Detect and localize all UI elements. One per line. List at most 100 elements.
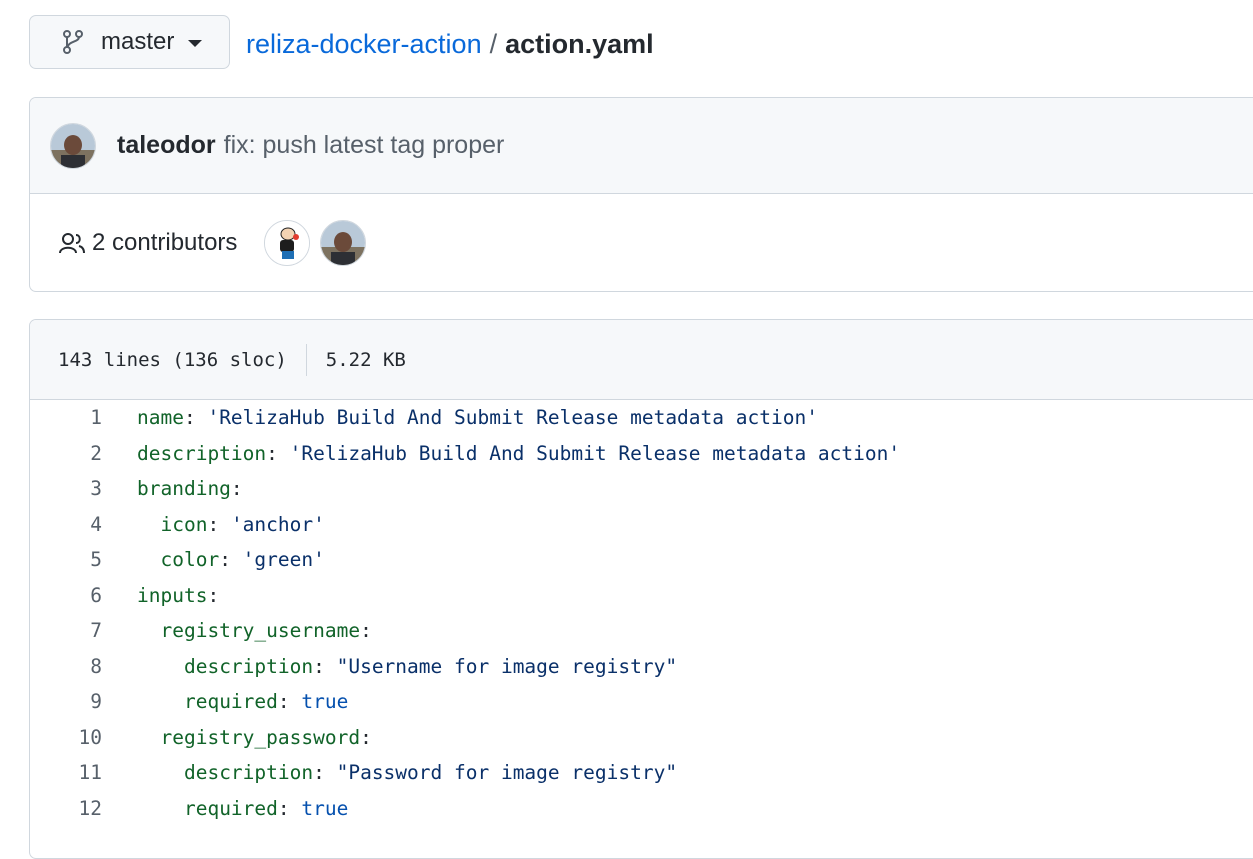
- contributor-avatar-image: [265, 221, 310, 265]
- line-number[interactable]: 9: [30, 690, 102, 713]
- yaml-colon: :: [313, 654, 337, 678]
- yaml-value: 'RelizaHub Build And Submit Release meta…: [289, 441, 901, 465]
- yaml-value: 'green': [242, 548, 325, 572]
- yaml-colon: :: [360, 725, 372, 749]
- yaml-colon: :: [313, 761, 337, 785]
- yaml-key: required: [183, 690, 278, 714]
- code-text: required: true: [137, 797, 348, 820]
- yaml-key: icon: [160, 512, 208, 536]
- code-line: 1 name: 'RelizaHub Build And Submit Relea…: [30, 400, 1253, 436]
- branch-selector-button[interactable]: master: [29, 15, 230, 69]
- code-text: name: 'RelizaHub Build And Submit Releas…: [137, 406, 818, 429]
- code-view[interactable]: 1 name: 'RelizaHub Build And Submit Relea…: [30, 400, 1253, 826]
- contributors-row: 2 contributors: [30, 194, 1253, 291]
- code-line: 4 icon: 'anchor': [30, 507, 1253, 543]
- yaml-value: "Username for image registry": [336, 654, 678, 678]
- yaml-key: description: [183, 761, 314, 785]
- yaml-colon: :: [277, 796, 302, 820]
- file-viewer: 143 lines (136 sloc) 5.22 KB 1 name: 'Rel…: [29, 319, 1253, 859]
- yaml-key: color: [160, 548, 220, 572]
- author-avatar-image: [51, 123, 95, 168]
- yaml-colon: :: [277, 690, 302, 714]
- code-line: 12 required: true: [30, 791, 1253, 827]
- code-line: 7 registry_username:: [30, 613, 1253, 649]
- code-text: inputs:: [137, 584, 219, 607]
- code-line: 6 inputs:: [30, 578, 1253, 614]
- code-text: icon: 'anchor': [137, 512, 325, 536]
- breadcrumb: reliza-docker-action / action.yaml: [246, 26, 654, 62]
- code-text: required: true: [137, 690, 348, 713]
- yaml-key: name: [137, 406, 184, 430]
- code-text: registry_password:: [137, 725, 372, 749]
- line-number[interactable]: 5: [30, 548, 102, 571]
- line-number[interactable]: 2: [30, 442, 102, 465]
- code-text: description: "Username for image registr…: [137, 655, 677, 678]
- yaml-colon: :: [207, 583, 220, 607]
- commit-message[interactable]: fix: push latest tag proper: [224, 131, 505, 160]
- yaml-key: description: [137, 441, 267, 465]
- yaml-key: required: [183, 796, 278, 820]
- code-text: description: "Password for image registr…: [137, 761, 677, 784]
- code-text: registry_username:: [137, 619, 371, 642]
- branch-label: master: [101, 28, 175, 55]
- breadcrumb-repo-link[interactable]: reliza-docker-action: [246, 29, 482, 59]
- yaml-value: 'RelizaHub Build And Submit Release meta…: [207, 406, 818, 430]
- code-line: 5 color: 'green': [30, 542, 1253, 578]
- yaml-colon: :: [207, 512, 231, 536]
- line-number[interactable]: 3: [30, 477, 102, 500]
- divider: [305, 343, 307, 376]
- code-line: 9 required: true: [30, 684, 1253, 720]
- code-text: description: 'RelizaHub Build And Submit…: [137, 442, 900, 465]
- line-number[interactable]: 11: [30, 761, 102, 784]
- latest-commit-row: taleodor fix: push latest tag proper: [30, 98, 1253, 194]
- yaml-key: branding: [137, 477, 231, 501]
- yaml-key: description: [183, 654, 314, 678]
- line-number[interactable]: 12: [30, 797, 102, 820]
- code-line: 8 description: "Username for image regis…: [30, 649, 1253, 685]
- yaml-value: 'anchor': [230, 512, 325, 536]
- code-text: branding:: [137, 477, 243, 500]
- yaml-value: "Password for image registry": [336, 761, 678, 785]
- yaml-value: true: [301, 690, 349, 714]
- code-line: 2 description: 'RelizaHub Build And Submi…: [30, 436, 1253, 472]
- yaml-colon: :: [219, 548, 243, 572]
- avatar[interactable]: [320, 220, 367, 266]
- chevron-down-icon: [188, 40, 203, 47]
- people-icon: [59, 233, 85, 254]
- yaml-key: registry_password: [160, 725, 361, 749]
- file-line-count: 143 lines (136 sloc): [58, 348, 287, 371]
- code-line: 10 registry_password:: [30, 720, 1253, 756]
- code-line: 3 branding:: [30, 471, 1253, 507]
- yaml-colon: :: [266, 441, 290, 465]
- yaml-colon: :: [230, 477, 243, 501]
- line-number[interactable]: 4: [30, 513, 102, 536]
- line-number[interactable]: 7: [30, 619, 102, 642]
- file-info-bar: 143 lines (136 sloc) 5.22 KB: [30, 320, 1253, 400]
- breadcrumb-separator: /: [489, 29, 498, 59]
- line-number[interactable]: 10: [30, 726, 102, 749]
- line-number[interactable]: 1: [30, 406, 102, 429]
- git-branch-icon: [63, 30, 83, 54]
- yaml-value: true: [301, 796, 349, 820]
- avatar[interactable]: [50, 122, 96, 169]
- file-size: 5.22 KB: [325, 348, 406, 371]
- code-text: color: 'green': [137, 548, 325, 572]
- contributor-avatar-image: [321, 221, 366, 265]
- avatar[interactable]: [264, 220, 311, 266]
- line-number[interactable]: 6: [30, 584, 102, 607]
- line-number[interactable]: 8: [30, 655, 102, 678]
- latest-commit-box: taleodor fix: push latest tag proper 2 c…: [29, 97, 1253, 292]
- yaml-key: inputs: [137, 583, 208, 607]
- commit-author[interactable]: taleodor: [117, 131, 216, 160]
- breadcrumb-file-name: action.yaml: [505, 29, 654, 59]
- code-line: 11 description: "Password for image regi…: [30, 755, 1253, 791]
- contributors-count[interactable]: 2 contributors: [92, 229, 237, 257]
